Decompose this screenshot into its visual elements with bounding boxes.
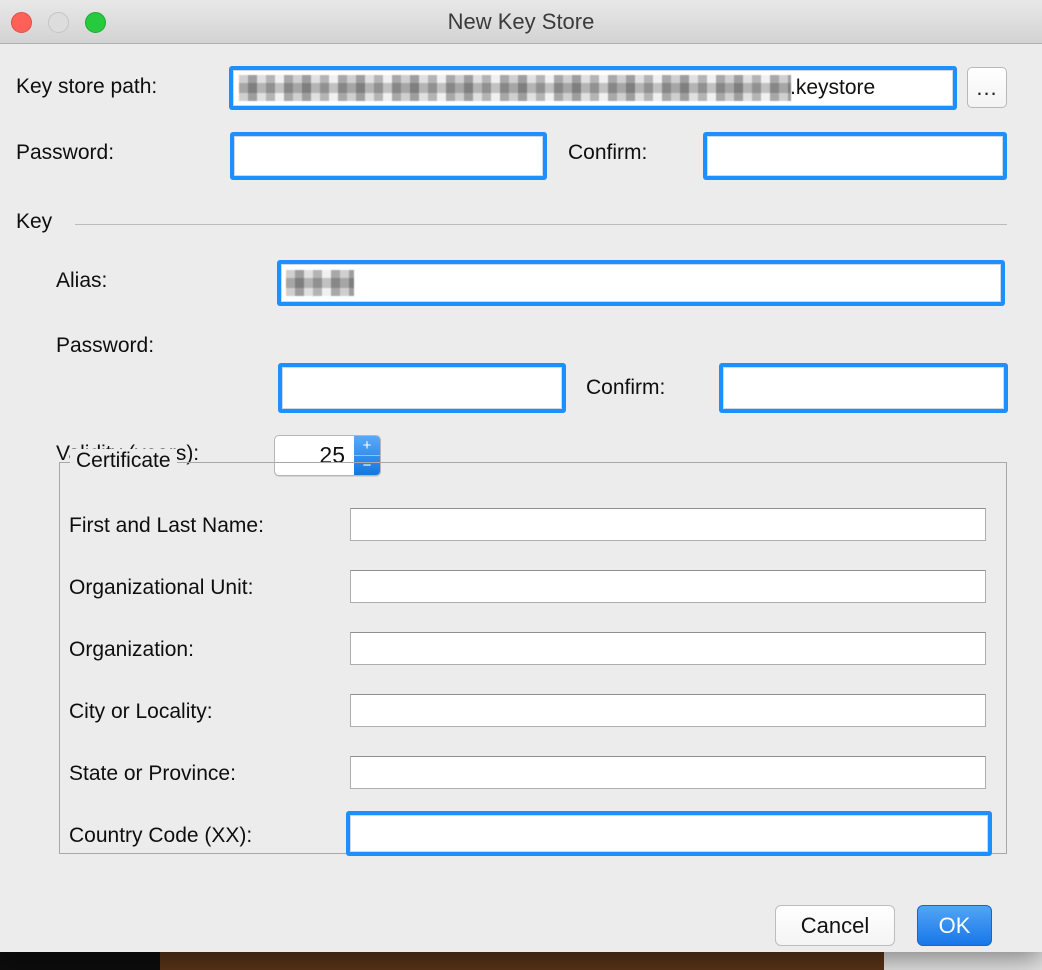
new-key-store-dialog: New Key Store Key store path: .keystore … [0,0,1042,952]
cert-state-province-input[interactable] [350,756,986,789]
key-password-input[interactable] [278,363,566,413]
key-confirm-input[interactable] [719,363,1008,413]
background-bottom-pale-strip [884,952,1042,970]
browse-button[interactable]: ... [967,67,1007,108]
keystore-password-input[interactable] [230,132,547,180]
keystore-password-label: Password: [16,141,115,164]
cert-country-code-input[interactable] [346,811,992,856]
dialog-titlebar[interactable]: New Key Store [0,0,1042,44]
key-section-title: Key [16,210,53,233]
cert-organization-input[interactable] [350,632,986,665]
key-password-label: Password: [56,334,155,357]
keystore-path-value: .keystore [790,76,876,99]
dialog-body: Key store path: .keystore ... Password: … [0,44,1042,952]
key-section-divider [75,224,1007,225]
key-alias-redacted-text [286,270,354,296]
cert-state-province-label: State or Province: [69,762,236,785]
key-confirm-label: Confirm: [586,376,666,399]
key-alias-label: Alias: [56,269,108,292]
ok-button[interactable]: OK [917,905,992,946]
keystore-path-label: Key store path: [16,75,158,98]
cert-organization-label: Organization: [69,638,194,661]
certificate-groupbox-title: Certificate [70,449,177,473]
cert-organizational-unit-label: Organizational Unit: [69,576,254,599]
certificate-groupbox: Certificate First and Last Name: Organiz… [59,449,1007,856]
keystore-confirm-label: Confirm: [568,141,648,164]
keystore-confirm-input[interactable] [703,132,1007,180]
cert-country-code-label: Country Code (XX): [69,824,253,847]
cert-city-locality-input[interactable] [350,694,986,727]
cancel-button[interactable]: Cancel [775,905,895,946]
keystore-path-redacted-text [239,75,791,101]
key-alias-input[interactable] [277,260,1005,306]
cert-organizational-unit-input[interactable] [350,570,986,603]
cert-first-last-name-input[interactable] [350,508,986,541]
keystore-path-input[interactable]: .keystore [229,66,957,110]
background-bottom-brown-strip [160,952,884,970]
dialog-title: New Key Store [447,9,595,34]
cert-first-last-name-label: First and Last Name: [69,514,264,537]
cert-city-locality-label: City or Locality: [69,700,213,723]
stepper-increment-icon[interactable]: + [354,436,380,456]
